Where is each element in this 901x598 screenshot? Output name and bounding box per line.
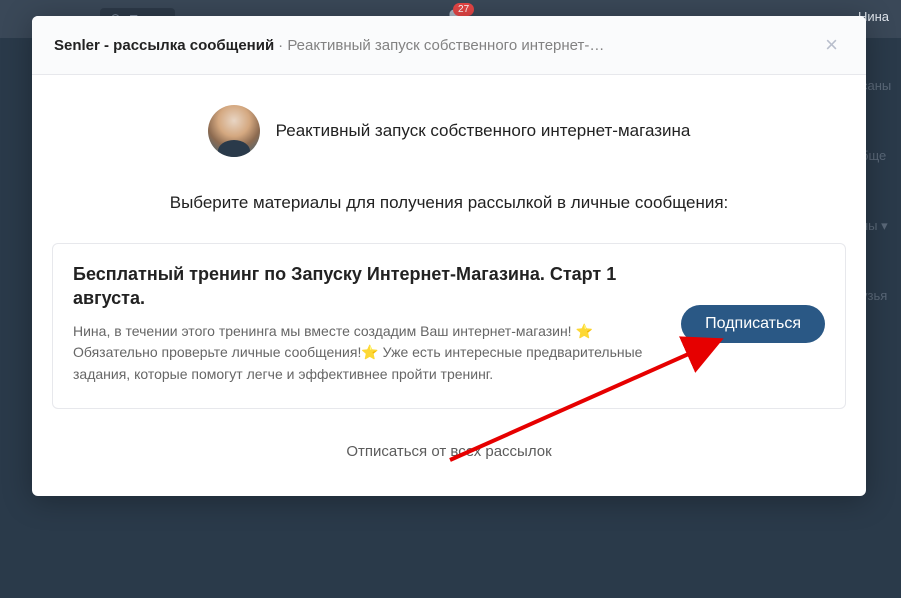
- modal-subtitle: · Реактивный запуск собственного интерне…: [278, 37, 604, 54]
- avatar[interactable]: [208, 105, 260, 157]
- modal-title: Senler - рассылка сообщений: [54, 37, 274, 54]
- card-title: Бесплатный тренинг по Запуску Интернет-М…: [73, 262, 657, 311]
- card-content: Бесплатный тренинг по Запуску Интернет-М…: [73, 262, 657, 386]
- modal-header: Senler - рассылка сообщений · Реактивный…: [32, 16, 866, 75]
- subscribe-button[interactable]: Подписаться: [681, 305, 825, 343]
- subscription-modal: Senler - рассылка сообщений · Реактивный…: [32, 16, 866, 496]
- close-icon[interactable]: ×: [819, 32, 844, 58]
- instruction-text: Выберите материалы для получения рассылк…: [52, 193, 846, 213]
- author-name: Реактивный запуск собственного интернет-…: [276, 121, 691, 141]
- bg-sidebar-fragments: саны бще ны ▾ узья: [861, 38, 901, 318]
- unsubscribe-all-link[interactable]: Отписаться от всех рассылок: [52, 443, 846, 460]
- subscription-card: Бесплатный тренинг по Запуску Интернет-М…: [52, 243, 846, 409]
- card-description: Нина, в течении этого тренинга мы вместе…: [73, 321, 657, 386]
- author-row: Реактивный запуск собственного интернет-…: [52, 105, 846, 157]
- modal-body: Реактивный запуск собственного интернет-…: [32, 75, 866, 496]
- notification-badge: 27: [453, 3, 474, 16]
